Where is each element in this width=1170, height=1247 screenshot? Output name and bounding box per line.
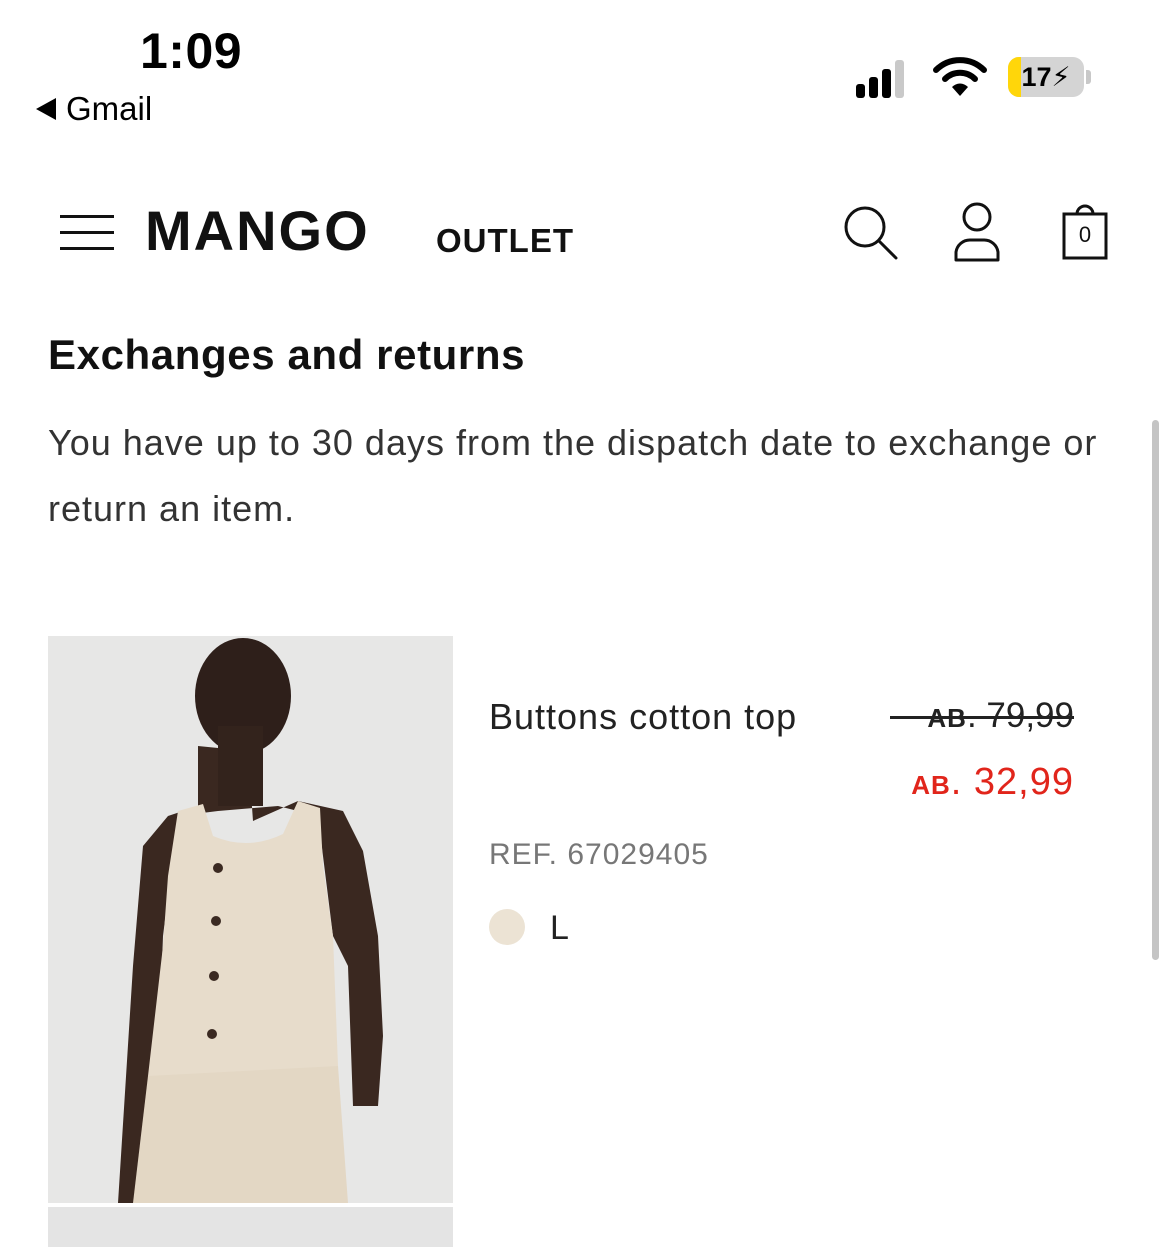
menu-button[interactable] xyxy=(60,215,114,251)
page-title: Exchanges and returns xyxy=(48,331,526,378)
charging-bolt-icon: ⚡ xyxy=(1051,62,1071,92)
price-strikethrough xyxy=(890,716,1074,719)
product-size: L xyxy=(550,909,569,947)
product-photo xyxy=(48,636,453,1203)
battery-cap xyxy=(1086,70,1091,84)
bag-count: 0 xyxy=(1078,222,1092,247)
wifi-icon xyxy=(933,57,987,96)
back-app-label: Gmail xyxy=(66,90,153,127)
outlet-label: OUTLET xyxy=(436,222,574,259)
product-image-next[interactable] xyxy=(48,1207,453,1247)
mango-logo[interactable]: MANGO xyxy=(145,203,370,259)
status-time: 1:09 xyxy=(140,23,243,79)
search-icon[interactable] xyxy=(838,200,900,262)
cellular-signal-icon xyxy=(856,58,906,98)
product-name[interactable]: Buttons cotton top xyxy=(489,684,819,750)
back-arrow-icon xyxy=(36,97,56,120)
sale-price: AB. 32,99 xyxy=(911,761,1074,803)
scrollbar[interactable] xyxy=(1152,420,1159,960)
battery-icon: 17⚡ xyxy=(1008,57,1084,97)
hamburger-menu-icon xyxy=(60,215,114,218)
product-image[interactable] xyxy=(48,636,453,1203)
returns-description: You have up to 30 days from the dispatch… xyxy=(48,422,1098,529)
battery-percent: 17⚡ xyxy=(1021,62,1071,92)
product-reference: REF. 67029405 xyxy=(489,838,709,871)
back-to-app-button[interactable]: Gmail xyxy=(36,92,152,125)
user-icon[interactable] xyxy=(948,200,1006,264)
color-swatch xyxy=(489,909,525,945)
